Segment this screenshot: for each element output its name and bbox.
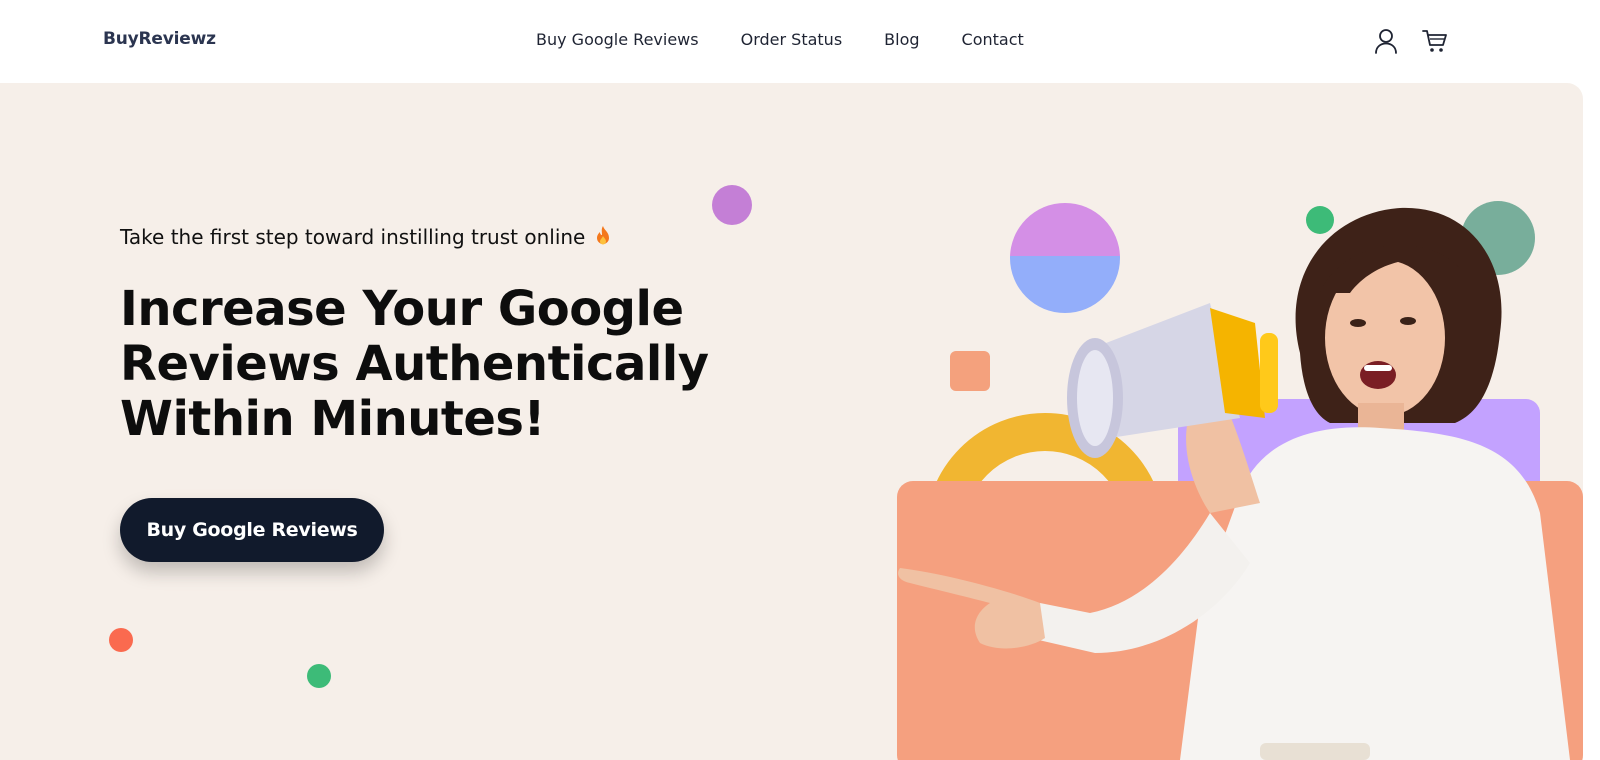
nav-contact[interactable]: Contact [962, 30, 1024, 49]
site-logo[interactable]: BuyReviewz [103, 29, 216, 49]
main-nav: Buy Google Reviews Order Status Blog Con… [536, 30, 1066, 49]
decor-dot-green [307, 664, 331, 688]
site-header: BuyReviewz Buy Google Reviews Order Stat… [0, 0, 1600, 83]
woman-with-megaphone-image [898, 207, 1570, 760]
nav-blog[interactable]: Blog [884, 30, 919, 49]
hero-tagline: Take the first step toward instilling tr… [120, 225, 611, 249]
cart-icon[interactable] [1420, 26, 1450, 56]
hero-section: Take the first step toward instilling tr… [0, 83, 1583, 760]
nav-buy-google-reviews[interactable]: Buy Google Reviews [536, 30, 699, 49]
decor-dot-red [109, 628, 133, 652]
decor-dot-purple [712, 185, 752, 225]
nav-order-status[interactable]: Order Status [741, 30, 843, 49]
hero-tagline-text: Take the first step toward instilling tr… [120, 225, 586, 249]
buy-google-reviews-button[interactable]: Buy Google Reviews [120, 498, 384, 562]
user-icon[interactable] [1371, 26, 1401, 56]
fire-icon [595, 225, 611, 247]
hero-headline: Increase Your Google Reviews Authentical… [120, 281, 709, 447]
